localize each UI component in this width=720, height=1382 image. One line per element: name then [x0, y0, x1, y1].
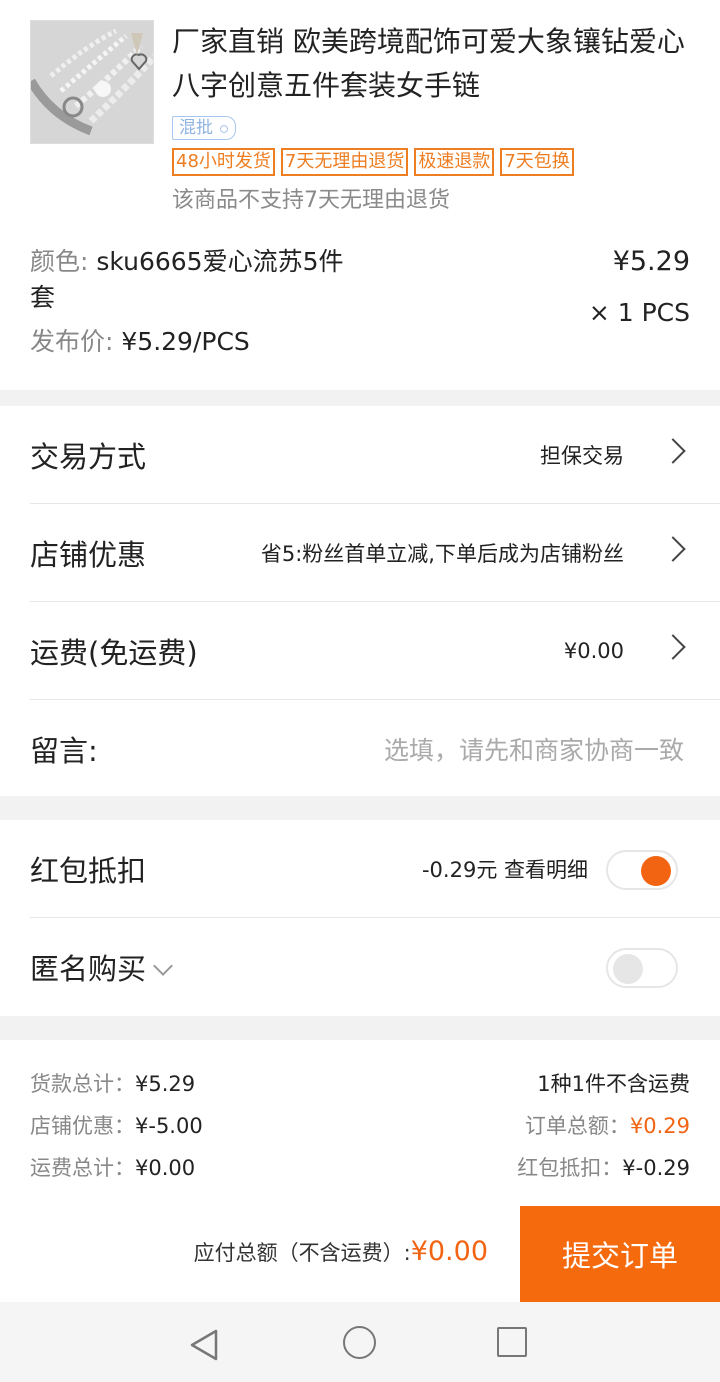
chevron-right-icon — [660, 634, 686, 660]
shipping-total-label: 运费总计： — [30, 1156, 135, 1180]
trade-method-value: 担保交易 — [540, 443, 624, 468]
shop-discount-label: 店铺优惠 — [30, 537, 147, 572]
shipping-row[interactable]: 运费(免运费) ¥0.00 — [30, 602, 720, 700]
toggle-knob — [613, 954, 643, 984]
system-nav-bar — [0, 1302, 720, 1382]
unit-price: ¥5.29 — [612, 246, 690, 277]
anonymous-label-text: 匿名购买 — [30, 952, 147, 986]
sku-color: 颜色: sku6665爱心流苏5件套 — [30, 244, 350, 316]
anonymous-toggle[interactable] — [606, 948, 678, 988]
product-title[interactable]: 厂家直销 欧美跨境配饰可爱大象镶钻爱心八字创意五件套装女手链 — [172, 20, 692, 108]
shipping-total-value: ¥0.00 — [135, 1156, 196, 1180]
goods-total: 货款总计：¥5.29 — [30, 1068, 195, 1098]
shipping-total: 运费总计：¥0.00 — [30, 1152, 195, 1182]
service-tag: 48小时发货 — [172, 148, 275, 176]
order-total-label: 订单总额： — [524, 1114, 630, 1138]
toggle-options: 红包抵扣 -0.29元 查看明细 匿名购买 — [0, 820, 720, 1016]
publish-price: 发布价: ¥5.29/PCS — [30, 322, 250, 358]
message-input[interactable]: 选填，请先和商家协商一致 — [384, 731, 684, 767]
shop-discount-total-value: ¥-5.00 — [135, 1114, 203, 1138]
goods-total-label: 货款总计： — [30, 1072, 135, 1096]
shop-discount-row[interactable]: 店铺优惠 省5:粉丝首单立减,下单后成为店铺粉丝 — [30, 504, 720, 602]
service-tags: 48小时发货 7天无理由退货 极速退款 7天包换 — [172, 148, 574, 176]
message-row: 留言: 选填，请先和商家协商一致 — [30, 700, 720, 798]
shipping-label: 运费(免运费) — [30, 635, 198, 670]
service-tag: 7天无理由退货 — [280, 148, 409, 176]
service-tag: 7天包换 — [500, 148, 574, 176]
product-card: 厂家直销 欧美跨境配饰可爱大象镶钻爱心八字创意五件套装女手链 混批 48小时发货… — [0, 0, 720, 390]
quantity: × 1 PCS — [588, 298, 690, 327]
trade-method-row[interactable]: 交易方式 担保交易 — [30, 406, 720, 504]
checkout-bar: 应付总额（不含运费）:¥0.00 提交订单 — [0, 1206, 720, 1302]
order-options: 交易方式 担保交易 店铺优惠 省5:粉丝首单立减,下单后成为店铺粉丝 运费(免运… — [0, 406, 720, 796]
red-packet-row: 红包抵扣 -0.29元 查看明细 — [30, 820, 720, 918]
red-packet-total-value: ¥-0.29 — [622, 1156, 690, 1180]
chevron-right-icon — [660, 536, 686, 562]
publish-price-label: 发布价: — [30, 327, 114, 356]
shop-discount-total: 店铺优惠：¥-5.00 — [30, 1110, 203, 1140]
sku-color-label: 颜色: — [30, 247, 89, 276]
trade-method-label: 交易方式 — [30, 439, 147, 474]
red-packet-toggle[interactable] — [606, 850, 678, 890]
item-count-info: 1种1件不含运费 — [537, 1072, 690, 1096]
home-icon[interactable] — [343, 1326, 376, 1359]
back-icon[interactable] — [188, 1328, 222, 1362]
red-packet-total: 红包抵扣：¥-0.29 — [517, 1152, 690, 1182]
goods-total-value: ¥5.29 — [135, 1072, 196, 1096]
publish-price-value: ¥5.29/PCS — [121, 327, 250, 356]
chevron-right-icon — [660, 438, 686, 464]
product-thumbnail[interactable] — [30, 20, 154, 144]
order-total: 订单总额：¥0.29 — [525, 1110, 690, 1140]
anonymous-row: 匿名购买 — [30, 918, 720, 1016]
shop-discount-total-label: 店铺优惠： — [30, 1114, 135, 1138]
red-packet-detail-link[interactable]: -0.29元 查看明细 — [422, 854, 588, 884]
payable-amount: ¥0.00 — [410, 1236, 488, 1267]
chevron-down-icon[interactable] — [153, 956, 173, 976]
order-total-value: ¥0.29 — [629, 1114, 690, 1138]
red-packet-total-label: 红包抵扣： — [517, 1156, 623, 1180]
bracelet-image — [31, 21, 153, 143]
shop-discount-value: 省5:粉丝首单立减,下单后成为店铺粉丝 — [260, 541, 624, 566]
service-tag: 极速退款 — [414, 148, 495, 176]
recent-apps-icon[interactable] — [497, 1327, 527, 1357]
payable-label: 应付总额（不含运费）: — [193, 1241, 411, 1265]
return-notice: 该商品不支持7天无理由退货 — [172, 188, 450, 213]
payable-total: 应付总额（不含运费）:¥0.00 — [194, 1236, 488, 1267]
price-summary: 货款总计：¥5.29 店铺优惠：¥-5.00 运费总计：¥0.00 1种1件不含… — [0, 1040, 720, 1206]
message-label: 留言: — [30, 734, 98, 768]
submit-order-button[interactable]: 提交订单 — [520, 1206, 720, 1302]
red-packet-label: 红包抵扣 — [30, 853, 147, 888]
toggle-knob — [641, 856, 671, 886]
mix-wholesale-badge: 混批 — [172, 116, 236, 140]
anonymous-label[interactable]: 匿名购买 — [30, 946, 173, 988]
shipping-value: ¥0.00 — [563, 638, 624, 663]
